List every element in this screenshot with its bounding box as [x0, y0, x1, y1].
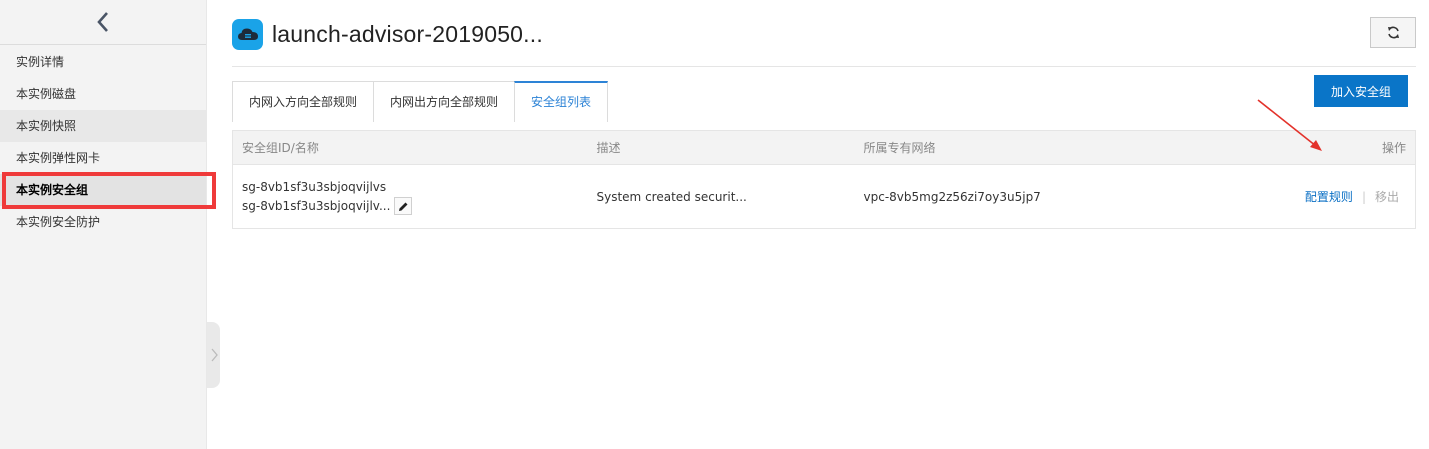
- refresh-button[interactable]: [1370, 17, 1416, 48]
- edit-name-button[interactable]: [394, 197, 413, 215]
- page-header: launch-advisor-2019050...: [232, 0, 1416, 67]
- tab-security-group-list[interactable]: 安全组列表: [514, 81, 609, 122]
- add-security-group-button[interactable]: 加入安全组: [1314, 75, 1408, 107]
- cell-vpc: vpc-8vb5mg2z56zi7oy3u5jp7: [863, 189, 1041, 204]
- refresh-icon: [1387, 26, 1399, 39]
- remove-link[interactable]: 移出: [1375, 190, 1399, 204]
- configure-rules-link[interactable]: 配置规则: [1305, 190, 1353, 204]
- tab-outbound-rules[interactable]: 内网出方向全部规则: [373, 81, 516, 122]
- sidebar-menu: 实例详情 本实例磁盘 本实例快照 本实例弹性网卡 本实例安全组 本实例安全防护: [0, 45, 206, 238]
- tab-bar: 内网入方向全部规则 内网出方向全部规则 安全组列表: [232, 81, 609, 122]
- back-button[interactable]: [0, 0, 206, 45]
- sidebar-item-snapshots[interactable]: 本实例快照: [0, 110, 206, 142]
- page-title: launch-advisor-2019050...: [272, 20, 543, 47]
- tab-inbound-rules[interactable]: 内网入方向全部规则: [232, 81, 375, 122]
- table-header-row: 安全组ID/名称 描述 所属专有网络 操作: [232, 130, 1416, 165]
- security-group-id: sg-8vb1sf3u3sbjoqvijlvs: [242, 179, 387, 194]
- sidebar-item-disks[interactable]: 本实例磁盘: [0, 78, 206, 110]
- tabs-row: 内网入方向全部规则 内网出方向全部规则 安全组列表 加入安全组: [232, 74, 1416, 151]
- pencil-icon: [398, 202, 408, 211]
- sidebar-item-eni[interactable]: 本实例弹性网卡: [0, 142, 206, 174]
- cell-id-name: sg-8vb1sf3u3sbjoqvijlvs sg-8vb1sf3u3sbjo…: [233, 165, 588, 229]
- cell-actions: 配置规则 | 移出: [1196, 165, 1415, 229]
- sidebar-item-instance-details[interactable]: 实例详情: [0, 46, 206, 78]
- column-header-vpc: 所属专有网络: [854, 130, 1197, 165]
- sidebar-collapse-handle[interactable]: [207, 322, 220, 388]
- security-group-name-line: sg-8vb1sf3u3sbjoqvijlv...: [242, 197, 588, 216]
- sidebar-item-security-protection[interactable]: 本实例安全防护: [0, 206, 206, 238]
- column-header-actions: 操作: [1196, 130, 1416, 165]
- security-group-name: sg-8vb1sf3u3sbjoqvijlv...: [242, 198, 391, 213]
- cloud-icon: [232, 18, 263, 50]
- chevron-right-icon: [211, 348, 218, 362]
- table-row: sg-8vb1sf3u3sbjoqvijlvs sg-8vb1sf3u3sbjo…: [233, 165, 1416, 229]
- column-header-description: 描述: [587, 130, 855, 165]
- chevron-left-icon: [97, 12, 108, 32]
- main-content: launch-advisor-2019050... 内网入方向全部规则 内网出方…: [232, 0, 1416, 229]
- security-group-table: 安全组ID/名称 描述 所属专有网络 操作 sg-8vb1sf3u3sbjoqv…: [232, 130, 1416, 229]
- cell-description: System created securit...: [596, 189, 747, 204]
- sidebar-item-security-groups[interactable]: 本实例安全组: [0, 174, 206, 206]
- column-header-id-name: 安全组ID/名称: [232, 130, 588, 165]
- action-separator: |: [1361, 190, 1366, 204]
- sidebar: 实例详情 本实例磁盘 本实例快照 本实例弹性网卡 本实例安全组 本实例安全防护: [0, 0, 207, 449]
